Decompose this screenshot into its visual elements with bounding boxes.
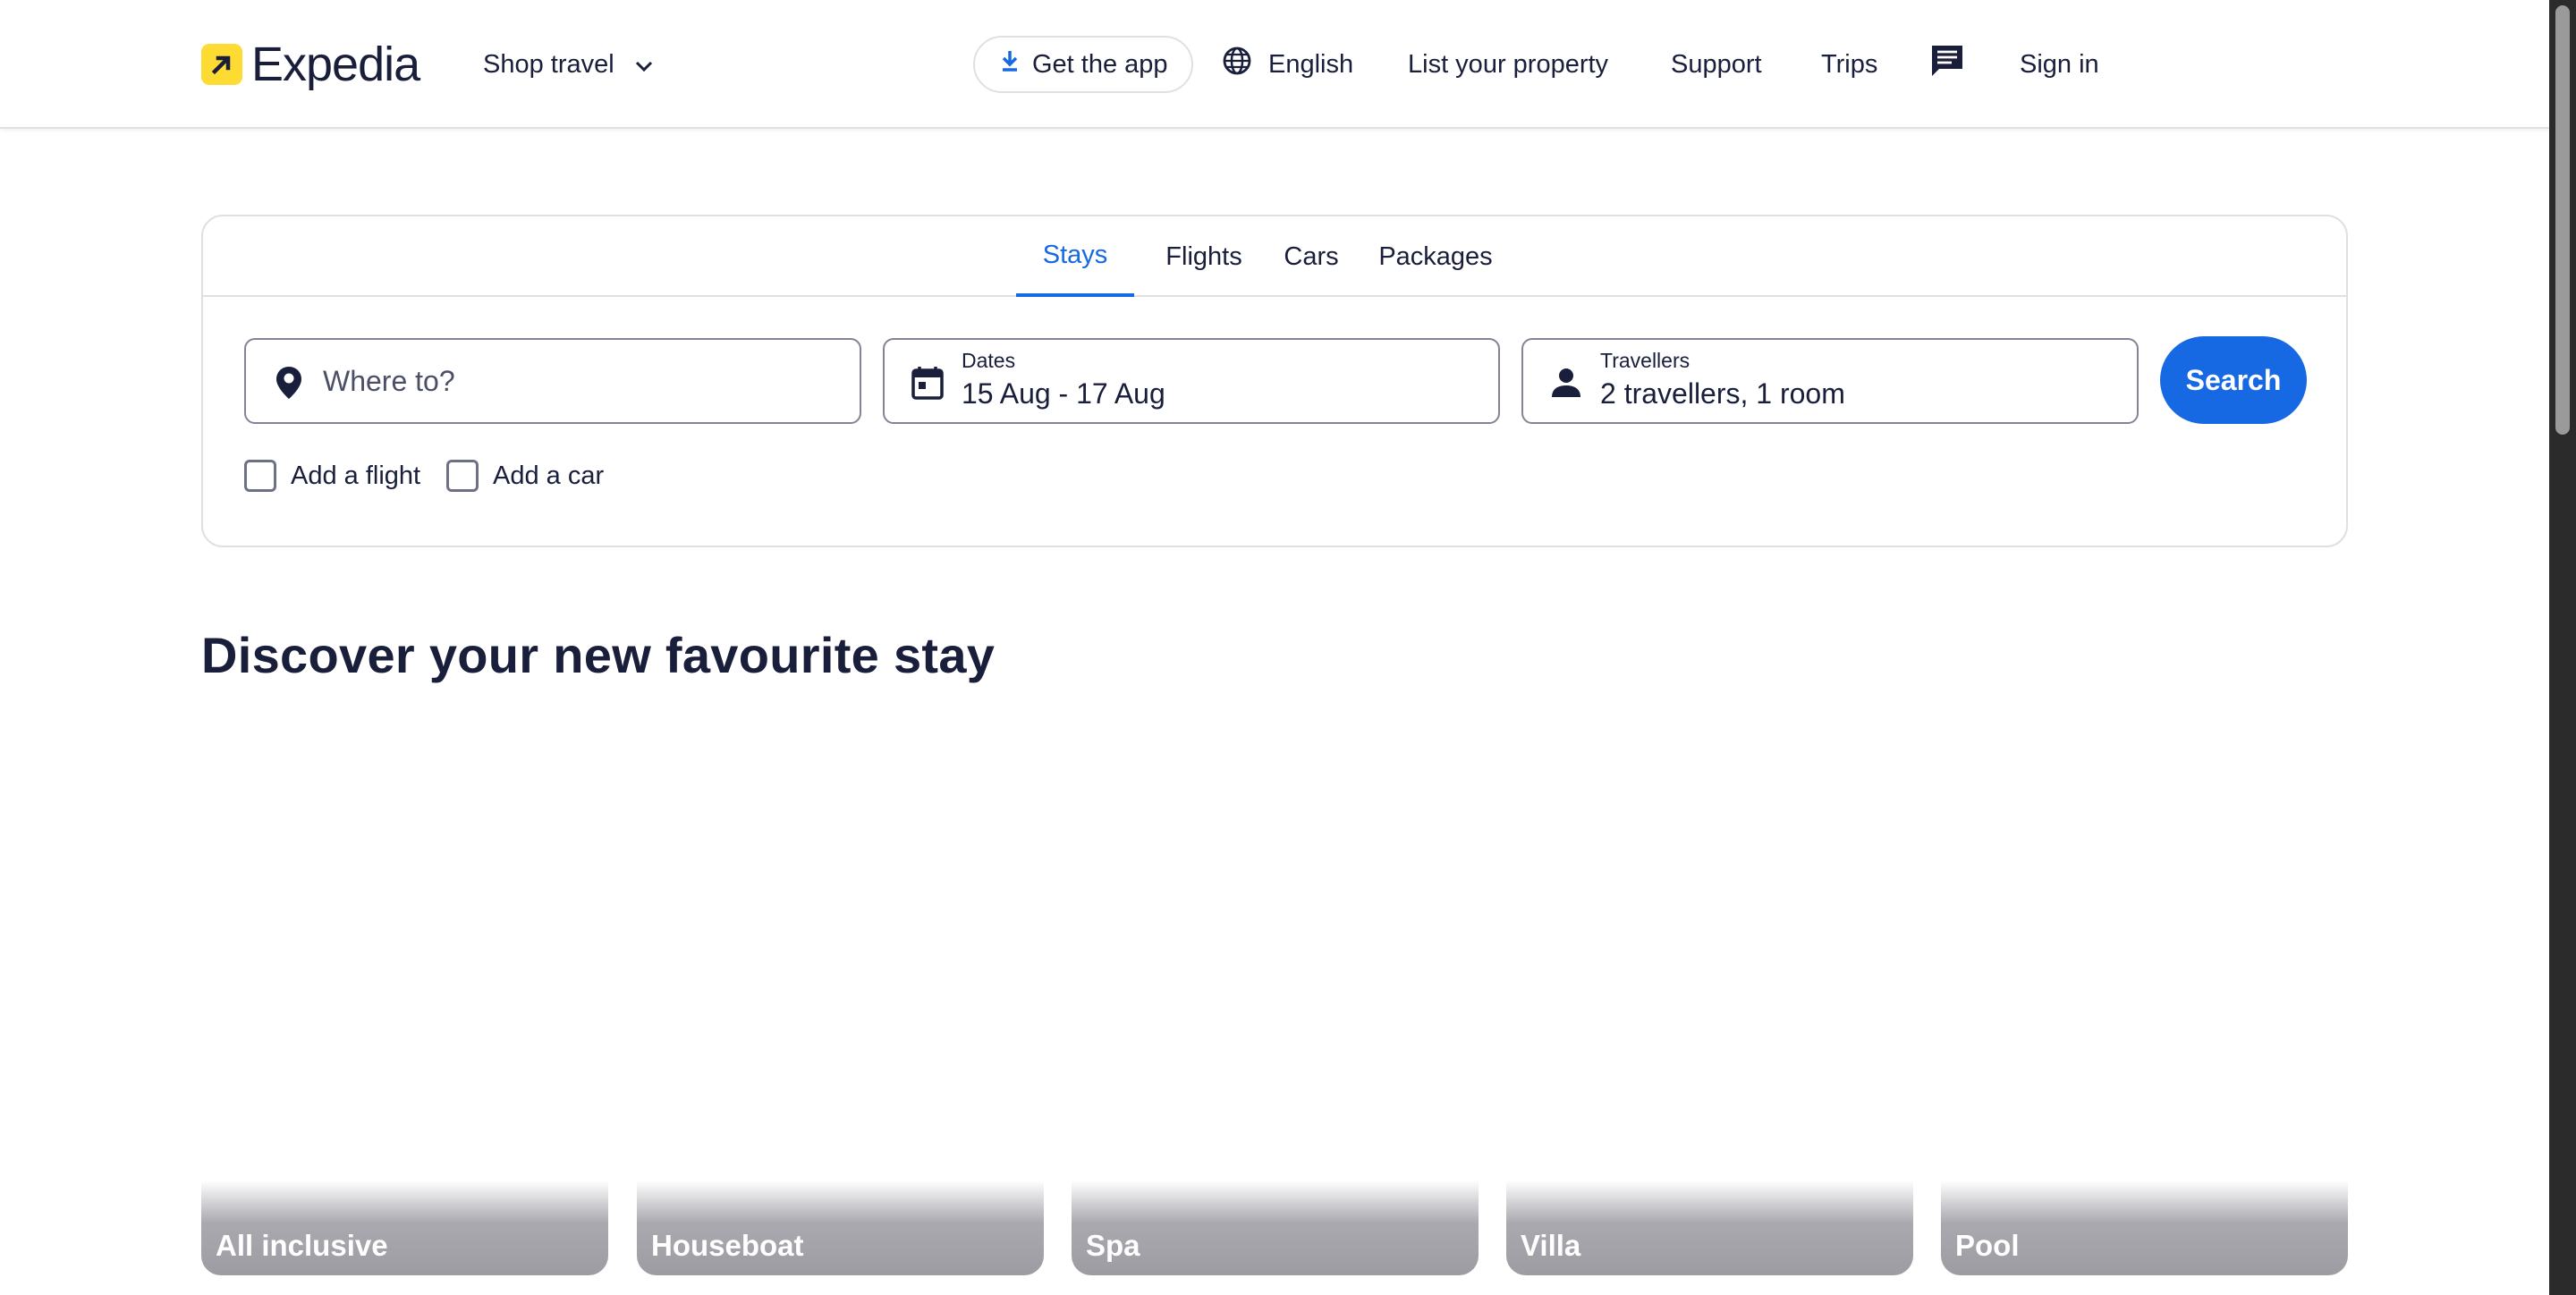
category-label: Spa — [1086, 1229, 1140, 1262]
category-card-pool[interactable]: Pool — [1941, 1181, 2348, 1275]
get-the-app-label: Get the app — [1032, 49, 1168, 79]
category-label: All inclusive — [216, 1229, 388, 1262]
tab-flights[interactable]: Flights — [1154, 216, 1254, 297]
scrollbar-thumb[interactable] — [2555, 5, 2570, 435]
destination-field[interactable]: Where to? — [244, 338, 861, 424]
dates-field[interactable]: Dates 15 Aug - 17 Aug — [883, 338, 1500, 424]
category-card-all-inclusive[interactable]: All inclusive — [201, 1181, 608, 1275]
language-label: English — [1268, 49, 1354, 79]
category-card-villa[interactable]: Villa — [1506, 1181, 1913, 1275]
site-header: Expedia Shop travel Get the app English … — [0, 0, 2549, 129]
chat-button[interactable] — [1928, 36, 1966, 93]
add-flight-checkbox[interactable]: Add a flight — [244, 458, 420, 494]
checkbox-box[interactable] — [446, 460, 479, 492]
page-scrollbar[interactable] — [2549, 0, 2576, 1295]
get-the-app-button[interactable]: Get the app — [973, 36, 1193, 93]
destination-placeholder: Where to? — [323, 365, 455, 397]
expedia-arrow-icon — [201, 44, 242, 85]
tab-stays[interactable]: Stays — [1016, 216, 1134, 297]
chevron-down-icon — [634, 50, 654, 80]
travellers-field[interactable]: Travellers 2 travellers, 1 room — [1521, 338, 2139, 424]
support-link[interactable]: Support — [1671, 36, 1762, 93]
add-flight-label: Add a flight — [291, 461, 421, 490]
search-tabs: Stays Flights Cars Packages — [203, 216, 2346, 297]
category-card-spa[interactable]: Spa — [1072, 1181, 1479, 1275]
checkbox-box[interactable] — [244, 460, 276, 492]
trips-link[interactable]: Trips — [1821, 36, 1877, 93]
map-pin-icon — [269, 363, 309, 402]
category-label: Houseboat — [651, 1229, 804, 1262]
travellers-value: 2 travellers, 1 room — [1600, 377, 1845, 410]
expedia-logo[interactable]: Expedia — [201, 38, 420, 91]
shop-travel-label: Shop travel — [483, 49, 614, 79]
list-your-property-link[interactable]: List your property — [1408, 36, 1608, 93]
category-label: Villa — [1521, 1229, 1581, 1262]
add-car-label: Add a car — [493, 461, 605, 490]
brand-name: Expedia — [251, 38, 420, 91]
shop-travel-menu[interactable]: Shop travel — [483, 47, 654, 82]
search-button[interactable]: Search — [2160, 336, 2307, 424]
discover-heading: Discover your new favourite stay — [201, 627, 996, 683]
dates-label: Dates — [962, 349, 1016, 372]
chat-bubble-icon — [1928, 42, 1966, 87]
category-label: Pool — [1955, 1229, 2020, 1262]
person-icon — [1546, 363, 1586, 402]
sign-in-link[interactable]: Sign in — [2020, 36, 2099, 93]
download-icon — [1000, 49, 1032, 80]
search-form: Stays Flights Cars Packages Where to? Da… — [201, 215, 2348, 547]
tab-packages[interactable]: Packages — [1368, 216, 1503, 297]
travellers-label: Travellers — [1600, 349, 1690, 372]
add-car-checkbox[interactable]: Add a car — [446, 458, 604, 494]
dates-value: 15 Aug - 17 Aug — [962, 377, 1165, 410]
globe-icon — [1222, 46, 1268, 83]
calendar-icon — [908, 363, 947, 402]
tab-cars[interactable]: Cars — [1274, 216, 1349, 297]
category-card-houseboat[interactable]: Houseboat — [637, 1181, 1044, 1275]
language-selector[interactable]: English — [1222, 36, 1353, 93]
